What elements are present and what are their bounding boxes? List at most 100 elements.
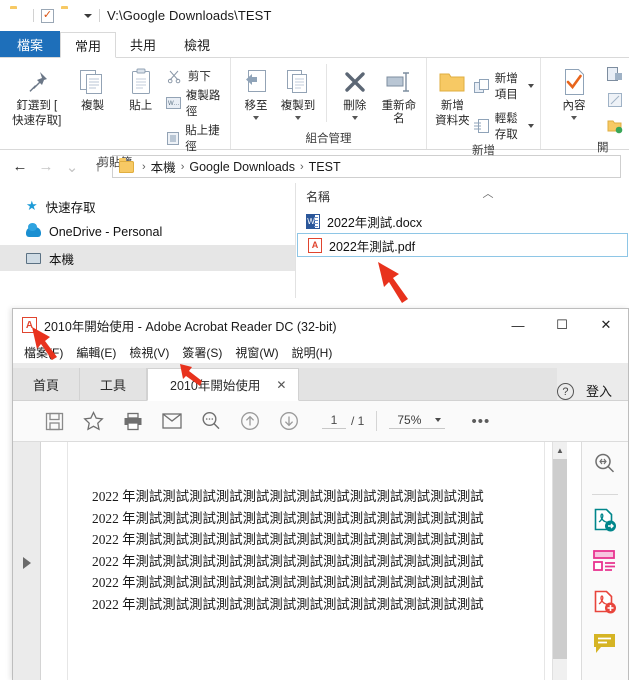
zoom-control[interactable]: 75% xyxy=(389,413,446,429)
file-row-pdf[interactable]: A 2022年測試.pdf xyxy=(297,233,628,257)
breadcrumb-folder-icon xyxy=(119,157,134,173)
paste-shortcut-button[interactable]: 貼上捷徑 xyxy=(166,122,224,154)
properties-icon[interactable]: ✓ xyxy=(41,8,54,23)
search-icon[interactable] xyxy=(191,404,230,438)
word-icon xyxy=(306,213,320,229)
properties-caret-icon[interactable] xyxy=(571,116,577,121)
more-tools-button[interactable]: ••• xyxy=(461,404,500,438)
edit-icon[interactable] xyxy=(607,92,623,113)
expand-panel-icon[interactable] xyxy=(22,556,31,569)
menu-edit[interactable]: 編輯(E) xyxy=(76,344,116,361)
pin-to-quick-access-button[interactable]: 釘選到 [ 快速存取] xyxy=(6,62,68,128)
copy-icon xyxy=(79,66,107,98)
column-header-name[interactable]: 名稱 ︿ xyxy=(296,183,629,209)
sign-in-button[interactable]: 登入 xyxy=(574,381,628,400)
menu-sign[interactable]: 簽署(S) xyxy=(182,344,222,361)
easy-access-caret-icon[interactable] xyxy=(528,124,534,128)
file-row-docx[interactable]: 2022年測試.docx xyxy=(296,209,629,233)
new-folder-label-line1: 新增 xyxy=(440,100,464,112)
tab-home[interactable]: 常用 xyxy=(60,32,117,58)
scissors-icon xyxy=(166,68,183,84)
new-folder-button[interactable]: 新增 資料夾 xyxy=(433,62,472,128)
ribbon-group-clipboard: 釘選到 [ 快速存取] 複製 貼上 剪下 W… 複製路徑 貼上捷徑 剪貼簿 xyxy=(0,58,230,169)
current-page-input[interactable]: 1 xyxy=(322,413,346,429)
comment-icon[interactable] xyxy=(592,632,618,661)
document-view[interactable]: 2022 年測試測試測試測試測試測試測試測試測試測試測試測試測試 2022 年測… xyxy=(41,442,581,680)
move-to-button[interactable]: 移至 xyxy=(237,62,275,121)
star-icon[interactable] xyxy=(74,404,113,438)
tab-view[interactable]: 檢視 xyxy=(170,31,224,57)
tab-document[interactable]: 2010年開始使用 ✕ xyxy=(147,368,300,401)
pdf-icon: A xyxy=(308,237,322,253)
easy-access-icon xyxy=(473,118,490,134)
delete-caret-icon[interactable] xyxy=(351,116,358,121)
sidebar-label-this-pc: 本機 xyxy=(49,252,75,267)
scroll-up-icon[interactable]: ▲ xyxy=(553,442,567,458)
open-with-icon[interactable] xyxy=(607,66,623,87)
scrollbar-thumb[interactable] xyxy=(553,459,567,659)
maximize-button[interactable]: ☐ xyxy=(540,310,584,341)
save-icon[interactable] xyxy=(35,404,74,438)
email-icon[interactable] xyxy=(152,404,191,438)
menu-window[interactable]: 視窗(W) xyxy=(235,344,278,361)
delete-x-icon xyxy=(341,66,369,98)
pin-label-line2: 快速存取] xyxy=(12,115,62,128)
create-pdf-icon[interactable] xyxy=(592,590,618,621)
search-tool-icon[interactable] xyxy=(593,452,617,481)
copy-button[interactable]: 複製 xyxy=(70,62,116,113)
move-to-caret-icon[interactable] xyxy=(253,116,259,121)
close-button[interactable]: ✕ xyxy=(584,310,628,341)
close-icon[interactable]: ✕ xyxy=(276,378,286,392)
help-icon[interactable]: ? xyxy=(556,383,574,400)
copy-to-button[interactable]: 複製到 xyxy=(279,62,317,121)
previous-page-icon[interactable] xyxy=(230,404,269,438)
tab-share[interactable]: 共用 xyxy=(116,31,170,57)
ribbon: 釘選到 [ 快速存取] 複製 貼上 剪下 W… 複製路徑 貼上捷徑 剪貼簿 移至… xyxy=(0,57,629,169)
paste-button[interactable]: 貼上 xyxy=(118,62,164,113)
menu-help[interactable]: 說明(H) xyxy=(292,344,333,361)
vertical-scrollbar[interactable]: ▲ xyxy=(552,442,567,680)
properties-button[interactable]: 內容 xyxy=(547,62,601,121)
copy-to-caret-icon[interactable] xyxy=(295,116,302,121)
breadcrumb-item-2[interactable]: TEST xyxy=(309,160,341,174)
sidebar-item-onedrive[interactable]: OneDrive - Personal xyxy=(0,219,295,245)
new-item-caret-icon[interactable] xyxy=(528,84,534,88)
tab-tools[interactable]: 工具 xyxy=(80,368,148,400)
sidebar-item-quick-access[interactable]: ★ 快速存取 xyxy=(0,193,295,219)
menu-file[interactable]: 檔案(F) xyxy=(24,344,63,361)
minimize-button[interactable]: — xyxy=(496,310,540,341)
easy-access-button[interactable]: 輕鬆存取 xyxy=(473,110,534,142)
new-folder-icon[interactable] xyxy=(61,9,77,23)
copy-path-label: 複製路徑 xyxy=(185,90,221,118)
file-list-pane: 名稱 ︿ 2022年測試.docx A 2022年測試.pdf xyxy=(295,183,629,298)
tab-file[interactable]: 檔案 xyxy=(0,31,61,57)
print-icon[interactable] xyxy=(113,404,152,438)
properties-check-icon xyxy=(560,66,588,98)
chevron-down-icon[interactable] xyxy=(435,418,442,422)
group-label-new: 新增 xyxy=(472,145,495,157)
star-icon: ★ xyxy=(26,198,38,213)
next-page-icon[interactable] xyxy=(269,404,308,438)
new-folder-label-line2: 資料夾 xyxy=(435,115,470,128)
ribbon-group-organize: 移至 複製到 刪除 重新命名 組合管理 xyxy=(230,58,426,149)
new-item-button[interactable]: 新增項目 xyxy=(473,70,534,102)
page-navigation[interactable]: 1 / 1 xyxy=(322,413,364,429)
system-menu-folder-icon[interactable] xyxy=(10,9,26,23)
sidebar-item-this-pc[interactable]: 本機 xyxy=(0,245,295,271)
history-icon[interactable] xyxy=(607,118,623,139)
menu-view[interactable]: 檢視(V) xyxy=(129,344,169,361)
rename-button[interactable]: 重新命名 xyxy=(378,62,420,126)
new-item-label: 新增項目 xyxy=(494,73,518,101)
delete-button[interactable]: 刪除 xyxy=(336,62,374,121)
copy-path-button[interactable]: W… 複製路徑 xyxy=(165,87,224,119)
tab-home[interactable]: 首頁 xyxy=(13,368,81,400)
paste-label: 貼上 xyxy=(129,100,153,112)
pdf-line: 2022 年測試測試測試測試測試測試測試測試測試測試測試測試測試 xyxy=(92,510,484,526)
edit-pdf-icon[interactable] xyxy=(592,550,618,579)
navigation-pane-toggle[interactable] xyxy=(13,442,41,680)
pin-icon xyxy=(24,66,50,98)
paste-shortcut-label: 貼上捷徑 xyxy=(185,125,220,153)
export-pdf-icon[interactable] xyxy=(592,508,618,539)
cut-button[interactable]: 剪下 xyxy=(166,68,224,84)
customize-qat-caret-icon[interactable] xyxy=(84,13,92,18)
